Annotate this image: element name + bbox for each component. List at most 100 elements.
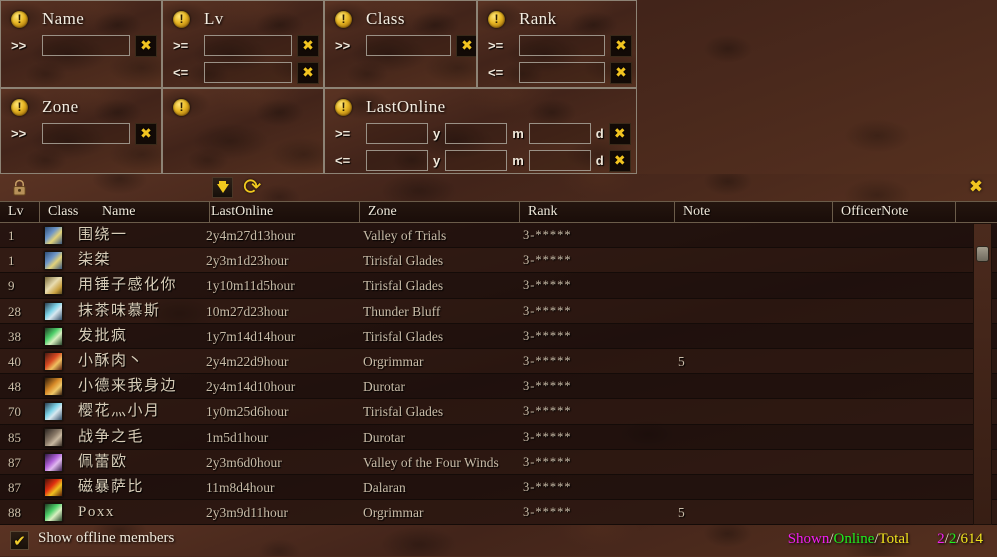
table-row[interactable]: 1 围绕一 2y4m27d13hour Valley of Trials 3-***** [0,223,997,249]
cell-officernote[interactable] [836,475,954,500]
filter-input-lastonline-min-days[interactable] [528,123,591,144]
warning-icon [335,10,352,28]
unit-years: y [433,153,441,168]
clear-filter-button[interactable] [297,34,319,57]
filter-input-lv-max[interactable] [204,62,292,83]
filter-input-rank-min[interactable] [519,35,605,56]
cell-note[interactable] [678,324,833,349]
clear-filter-button[interactable] [610,34,632,57]
download-icon[interactable] [212,177,233,198]
column-header-lv[interactable]: Lv [0,202,40,222]
column-header-officernote[interactable]: OfficerNote [833,202,956,222]
filter-input-zone[interactable] [42,123,130,144]
cell-note[interactable] [678,299,833,324]
cell-officernote[interactable] [836,299,954,324]
cell-officernote[interactable] [836,374,954,399]
table-row[interactable]: 85 战争之毛 1m5d1hour Durotar 3-***** [0,424,997,450]
cell-note[interactable] [678,399,833,424]
cell-note[interactable] [678,425,833,450]
cell-zone: Thunder Bluff [363,303,441,319]
cell-rank: 3-***** [523,353,572,368]
filter-panel-lv: Lv >= <= [162,0,324,88]
filter-input-lastonline-max-months[interactable] [445,150,508,171]
clear-filter-button[interactable] [135,122,157,145]
filter-title-rank: Rank [519,9,557,28]
cell-note[interactable] [678,450,833,475]
cell-zone: Tirisfal Glades [363,328,444,344]
cell-officernote[interactable] [836,273,954,298]
unit-months: m [512,153,524,168]
clear-filter-button[interactable] [608,149,631,172]
refresh-icon[interactable] [243,178,263,198]
column-header-zone[interactable]: Zone [360,202,520,222]
table-row[interactable]: 88 Poxx 2y3m9d11hour Orgrimmar 3-***** 5 [0,500,997,525]
table-row[interactable]: 38 发批疯 1y7m14d14hour Tirisfal Glades 3-***** [0,323,997,349]
cell-officernote[interactable] [836,399,954,424]
show-offline-label[interactable]: Show offline members [38,530,174,547]
cell-note[interactable]: 5 [678,349,833,374]
clear-filter-button[interactable] [135,34,157,57]
table-row[interactable]: 28 抹茶味慕斯 10m27d23hour Thunder Bluff 3-***** [0,298,997,324]
cell-officernote[interactable] [836,223,954,248]
cell-rank: 3-***** [523,278,572,293]
show-offline-checkbox[interactable] [10,531,29,550]
clear-filter-button[interactable] [610,61,632,84]
filter-operator: <= [173,65,189,80]
filter-operator: <= [488,65,504,80]
cell-zone: Orgrimmar [363,505,424,521]
lock-icon[interactable] [12,179,27,196]
clear-filter-button[interactable] [608,122,631,145]
clear-filter-button[interactable] [297,61,319,84]
cell-note[interactable] [678,223,833,248]
table-row[interactable]: 40 小酥肉丶 2y4m22d9hour Orgrimmar 3-***** 5 [0,348,997,375]
filter-input-lastonline-min-months[interactable] [445,123,508,144]
cell-note[interactable] [678,475,833,500]
cell-officernote[interactable] [836,248,954,273]
filter-input-rank-max[interactable] [519,62,605,83]
column-header-name[interactable]: Name [94,202,210,222]
cell-officernote[interactable] [836,425,954,450]
filter-title-zone: Zone [42,97,79,116]
filter-input-lv-min[interactable] [204,35,292,56]
column-header-lastonline[interactable]: LastOnline [203,202,360,222]
filter-input-name[interactable] [42,35,130,56]
cell-note[interactable] [678,273,833,298]
table-row[interactable]: 70 樱花灬小月 1y0m25d6hour Tirisfal Glades 3-****… [0,399,997,425]
table-row[interactable]: 1 柒桀 2y3m1d23hour Tirisfal Glades 3-***** [0,248,997,274]
cell-lastonline: 2y4m22d9hour [206,353,289,369]
filter-header-class: Class [325,1,476,31]
clear-filter-button[interactable] [456,34,476,57]
warning-icon [335,98,352,116]
filter-operator: >= [335,126,351,141]
table-row[interactable]: 48 小德来我身边 2y4m14d10hour Durotar 3-***** [0,374,997,400]
filter-header-zone: Zone [1,89,161,119]
cell-officernote[interactable] [836,500,954,525]
filter-title-class: Class [366,9,405,28]
filter-input-lastonline-min-years[interactable] [366,123,428,144]
close-icon[interactable] [967,178,985,196]
cell-note[interactable] [678,374,833,399]
filter-input-lastonline-max-days[interactable] [528,150,591,171]
cell-name: 抹茶味慕斯 [78,302,161,319]
cell-note[interactable] [678,248,833,273]
cell-note[interactable]: 5 [678,500,833,525]
cell-officernote[interactable] [836,324,954,349]
apply-filter-button[interactable] [635,149,636,172]
cell-officernote[interactable] [836,349,954,374]
cell-lastonline: 2y3m1d23hour [206,253,289,269]
scrollbar-thumb[interactable] [976,246,989,262]
cell-officernote[interactable] [836,450,954,475]
cell-rank: 3-***** [523,505,572,520]
sword-blue-icon [44,251,63,271]
column-header-note[interactable]: Note [675,202,833,222]
apply-filter-button[interactable] [635,122,636,145]
table-row[interactable]: 87 佩蕾欧 2y3m6d0hour Valley of the Four Winds… [0,449,997,475]
warning-icon [11,10,28,28]
filter-input-lastonline-max-years[interactable] [366,150,428,171]
table-row[interactable]: 87 磁暴萨比 11m8d4hour Dalaran 3-***** [0,474,997,501]
column-header-rank[interactable]: Rank [520,202,675,222]
table-row[interactable]: 9 用锤子感化你 1y10m11d5hour Tirisfal Glades 3-***… [0,273,997,299]
filter-input-class[interactable] [366,35,451,56]
filter-header-name: Name [1,1,161,31]
roster-scrollbar[interactable] [973,223,992,525]
